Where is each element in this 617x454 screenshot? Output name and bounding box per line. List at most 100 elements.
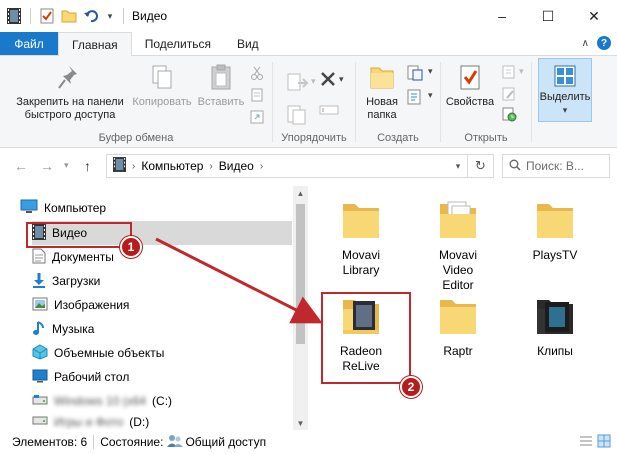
folder-tile[interactable]: Клипы bbox=[514, 294, 596, 359]
item-count: Элементов: 6 bbox=[12, 435, 88, 449]
step-badge-2: 2 bbox=[400, 376, 422, 398]
select-button[interactable]: Выделить ▾ bbox=[538, 58, 592, 122]
address-bar[interactable]: › Компьютер › Видео › ▾ ↻ bbox=[106, 154, 494, 178]
maximize-button[interactable]: ☐ bbox=[525, 0, 571, 32]
pin-quick-access-button[interactable]: Закрепить на панели быстрого доступа bbox=[4, 62, 136, 122]
copy-button[interactable]: Копировать bbox=[126, 62, 198, 109]
folder-tile[interactable]: Movavi Library bbox=[320, 198, 402, 278]
desktop-icon bbox=[32, 369, 48, 386]
video-folder-icon bbox=[113, 157, 126, 175]
new-folder-button[interactable]: Новая папка bbox=[356, 62, 408, 122]
history-icon[interactable] bbox=[501, 106, 517, 125]
customize-dropdown-icon[interactable]: ▾ bbox=[105, 8, 115, 24]
nav-item-drive-c[interactable]: Windows 10 (x64 (C:) bbox=[32, 389, 292, 413]
chevron-down-icon: ▾ bbox=[428, 66, 433, 76]
recent-locations-chevron-icon[interactable]: ▾ bbox=[64, 160, 69, 171]
chevron-down-icon: ▾ bbox=[311, 76, 316, 86]
folder-icon bbox=[537, 204, 573, 238]
breadcrumb-chevron-icon[interactable]: › bbox=[209, 161, 212, 172]
nav-item-documents[interactable]: Документы bbox=[32, 245, 292, 269]
close-button[interactable]: ✕ bbox=[571, 0, 617, 32]
status-state-value: Общий доступ bbox=[185, 435, 267, 449]
computer-icon bbox=[20, 199, 38, 217]
tab-view[interactable]: Вид bbox=[224, 32, 272, 55]
new-item-icon[interactable] bbox=[406, 64, 424, 85]
search-icon bbox=[509, 159, 521, 174]
nav-item-downloads[interactable]: Загрузки bbox=[32, 269, 292, 293]
divider bbox=[30, 8, 31, 24]
new-folder-icon bbox=[370, 67, 394, 89]
highlight-box-video bbox=[26, 222, 132, 248]
nav-item-music[interactable]: Музыка bbox=[32, 317, 292, 341]
nav-item-3d-objects[interactable]: Объемные объекты bbox=[32, 341, 292, 365]
downloads-icon bbox=[32, 272, 46, 291]
properties-icon[interactable] bbox=[39, 8, 55, 24]
breadcrumb-chevron-icon[interactable]: › bbox=[132, 161, 135, 172]
search-input[interactable]: Поиск: В... bbox=[502, 154, 610, 178]
back-arrow-icon[interactable]: ← bbox=[14, 158, 28, 174]
tab-file[interactable]: Файл bbox=[0, 32, 58, 55]
folder-tile[interactable]: PlaysTV bbox=[514, 198, 596, 263]
video-folder-icon bbox=[6, 8, 22, 24]
drive-d-name-blurred: Игры и Фото bbox=[54, 414, 124, 429]
chevron-down-icon: ▾ bbox=[339, 74, 344, 84]
up-arrow-icon[interactable]: ↑ bbox=[84, 158, 91, 174]
scroll-down-icon[interactable]: ▼ bbox=[293, 416, 308, 430]
address-dropdown-icon[interactable]: ▾ bbox=[449, 161, 467, 172]
forward-arrow-icon[interactable]: → bbox=[40, 158, 54, 174]
clipboard-group-label: Буфер обмена bbox=[98, 132, 174, 144]
undo-icon[interactable] bbox=[83, 8, 99, 24]
scroll-up-icon[interactable]: ▲ bbox=[293, 186, 308, 200]
copy-path-icon[interactable] bbox=[250, 88, 264, 105]
new-folder-icon[interactable] bbox=[61, 8, 77, 24]
details-view-icon[interactable] bbox=[579, 434, 593, 451]
paste-shortcut-icon[interactable] bbox=[250, 110, 264, 127]
window-title: Видео bbox=[132, 9, 168, 23]
folder-tile[interactable]: Raptr bbox=[417, 294, 499, 359]
music-icon bbox=[32, 320, 46, 339]
organize-group: ▾ ▾ Упорядочить bbox=[273, 56, 355, 148]
nav-item-drive-d[interactable]: Игры и Фото (D:) bbox=[32, 413, 292, 430]
tab-share[interactable]: Поделиться bbox=[132, 32, 224, 55]
large-icons-view-icon[interactable] bbox=[597, 434, 611, 451]
paste-button[interactable]: Вставить bbox=[194, 62, 248, 109]
refresh-icon[interactable]: ↻ bbox=[467, 155, 493, 177]
nav-item-pictures[interactable]: Изображения bbox=[32, 293, 292, 317]
copy-to-icon[interactable] bbox=[285, 102, 311, 131]
move-to-icon[interactable] bbox=[285, 70, 311, 99]
breadcrumb-computer[interactable]: Компьютер bbox=[141, 159, 203, 173]
cut-icon[interactable] bbox=[250, 66, 264, 83]
tab-home[interactable]: Главная bbox=[58, 32, 132, 56]
properties-button[interactable]: Свойства bbox=[441, 62, 499, 109]
status-state-label: Состояние: bbox=[100, 435, 164, 449]
open-icon[interactable] bbox=[501, 64, 517, 83]
folder-documents-icon bbox=[440, 201, 476, 238]
navigation-pane-scrollbar[interactable]: ▲ ▼ bbox=[293, 186, 308, 430]
organize-group-label: Упорядочить bbox=[281, 132, 347, 144]
nav-item-computer[interactable]: Компьютер bbox=[20, 196, 292, 220]
ribbon: Закрепить на панели быстрого доступа Коп… bbox=[0, 56, 617, 148]
breadcrumb-chevron-icon[interactable]: › bbox=[260, 161, 263, 172]
breadcrumb-video[interactable]: Видео bbox=[219, 159, 254, 173]
paste-icon bbox=[211, 64, 231, 90]
navigation-bar: ← → ▾ ↑ › Компьютер › Видео › ▾ ↻ Поиск:… bbox=[0, 148, 617, 186]
open-group-label: Открыть bbox=[464, 132, 508, 144]
scrollbar-thumb[interactable] bbox=[296, 204, 305, 344]
status-bar: Элементов: 6 Состояние: Общий доступ bbox=[0, 430, 617, 454]
edit-icon[interactable] bbox=[501, 86, 517, 105]
nav-item-desktop[interactable]: Рабочий стол bbox=[32, 365, 292, 389]
properties-icon bbox=[460, 65, 480, 90]
rename-icon[interactable] bbox=[319, 100, 339, 123]
folder-tile[interactable]: Movavi Video Editor bbox=[417, 198, 499, 293]
delete-icon[interactable] bbox=[319, 70, 337, 91]
help-icon[interactable]: ? bbox=[597, 36, 611, 50]
title-bar: ▾ Видео – ☐ ✕ bbox=[0, 0, 617, 32]
easy-access-icon[interactable] bbox=[406, 88, 424, 109]
highlight-box-radeon-relive bbox=[321, 292, 411, 384]
chevron-down-icon: ▾ bbox=[428, 90, 433, 100]
folder-icon bbox=[440, 300, 476, 334]
minimize-button[interactable]: – bbox=[479, 0, 525, 32]
drive-icon bbox=[32, 414, 48, 429]
folder-icon bbox=[343, 204, 379, 238]
chevron-up-icon[interactable]: ∧ bbox=[582, 38, 589, 49]
